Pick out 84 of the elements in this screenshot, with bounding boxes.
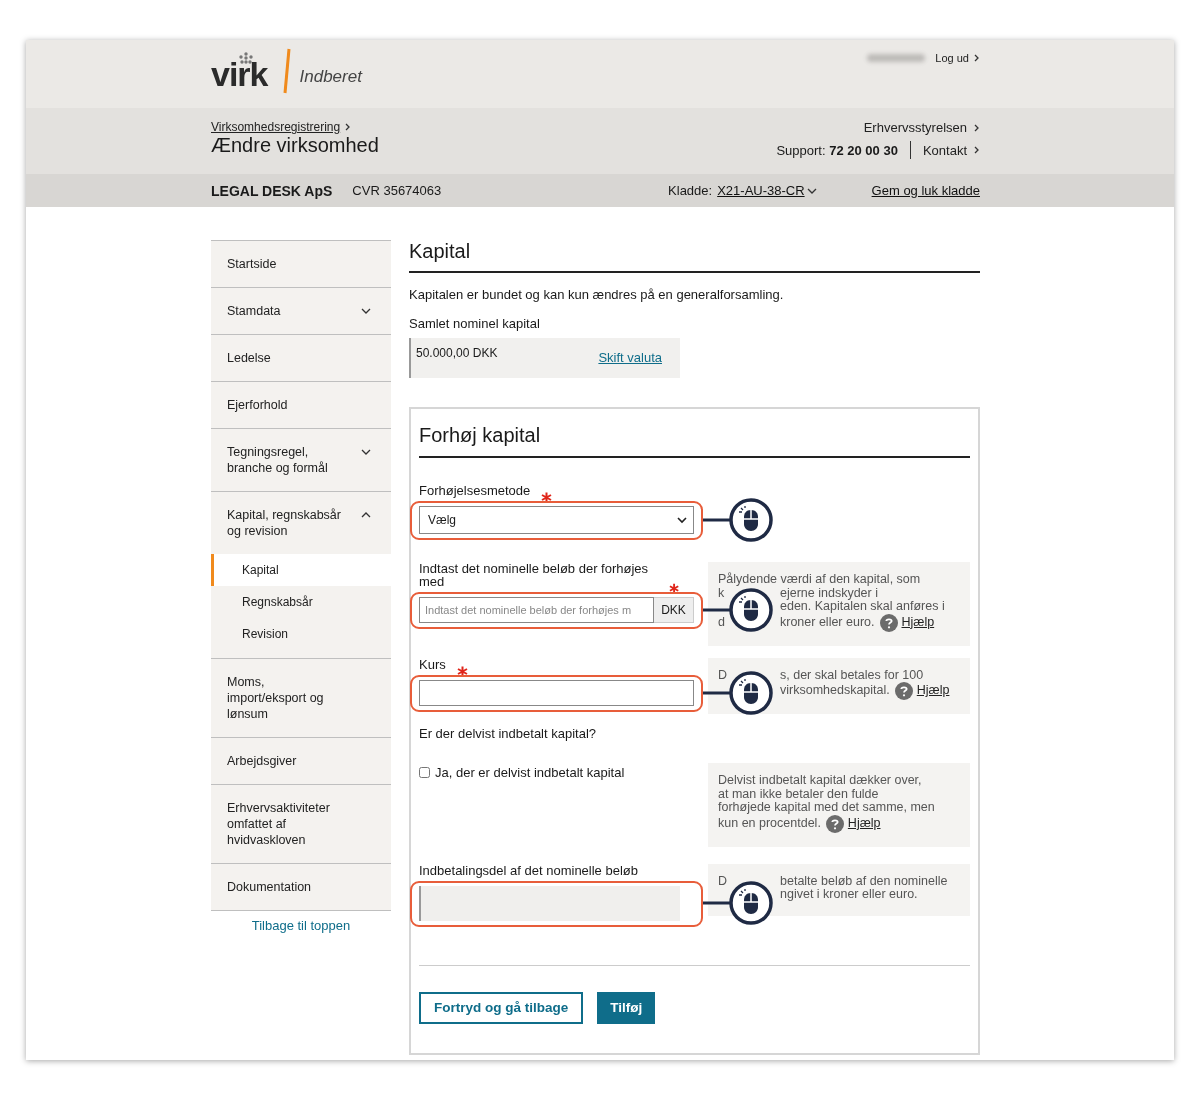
help-icon: [879, 613, 898, 632]
draft-label: Kladde:: [668, 183, 713, 198]
chevron-icon: [973, 146, 980, 154]
chevron-icon: [361, 448, 371, 456]
sidebar-subitem[interactable]: Revision: [211, 618, 391, 650]
leader-line: [703, 901, 731, 905]
sidebar-item[interactable]: Ejerforhold: [211, 382, 391, 428]
help-text: D: [718, 668, 729, 682]
mouse-click-icon: [729, 498, 773, 542]
help-text: d: [718, 615, 726, 630]
chevron-icon: [973, 123, 980, 132]
checkbox[interactable]: [419, 767, 430, 778]
question-text: Er der delvist indbetalt kapital?: [419, 726, 598, 741]
caret-icon: [677, 516, 687, 524]
leader-line: [703, 608, 731, 612]
checkbox-label: Ja, der er delvist indbetalt kapital: [435, 765, 625, 780]
product-name: Indberet: [299, 67, 362, 87]
logout-link[interactable]: Log ud: [935, 52, 980, 64]
input-field[interactable]: Indtast det nominelle beløb der forhøjes m: [419, 597, 654, 623]
select-field[interactable]: Vælg: [419, 506, 694, 534]
help-text: forhøjede kapital med det samme, men: [718, 801, 935, 815]
agency-link[interactable]: Erhvervsstyrelsen: [863, 120, 980, 135]
sidebar-subitem[interactable]: Kapital: [211, 554, 391, 586]
leader-line: [703, 690, 731, 695]
page-title: Ændre virksomhed: [211, 134, 379, 156]
help-text: virksomhedskapital.: [780, 684, 890, 698]
sidebar-subitem[interactable]: Regnskabsår: [211, 586, 391, 618]
cvr-number: CVR 35674063: [352, 183, 442, 198]
help-text: ejerne indskyder i: [780, 586, 878, 600]
chevron-icon: [361, 307, 371, 315]
currency-suffix: DKK: [654, 597, 694, 623]
sidebar-item[interactable]: Tegningsregel, branche og formål: [211, 429, 391, 491]
breadcrumb-link[interactable]: Virksomhedsregistrering: [211, 120, 379, 134]
help-text: D: [718, 874, 729, 888]
logo-divider: [281, 48, 292, 94]
chevron-icon: [344, 123, 352, 131]
field-label: Indbetalingsdel af det nominelle beløb: [419, 863, 638, 877]
add-button[interactable]: Tilføj: [597, 991, 656, 1024]
help-text: ngivet i kroner eller euro.: [780, 888, 918, 902]
support-phone: Support: 72 20 00 30: [776, 142, 898, 158]
sidebar-item[interactable]: Ledelse: [211, 335, 391, 381]
draft-dropdown[interactable]: X21-AU-38-CR: [717, 183, 817, 198]
sidebar-item[interactable]: Moms, import/eksport og lønsum: [211, 659, 391, 737]
cancel-button[interactable]: Fortryd og gå tilbage: [419, 991, 584, 1024]
chevron-icon: [806, 186, 817, 195]
help-text: kun en procentdel.: [718, 816, 821, 831]
help-text: kroner eller euro.: [780, 615, 875, 630]
back-to-top-link[interactable]: Tilbage til toppen: [211, 910, 391, 933]
save-close-link[interactable]: Gem og luk kladde: [871, 183, 980, 198]
help-text: Pålydende værdi af den kapital, som: [718, 573, 921, 587]
sidebar-item[interactable]: Dokumentation: [211, 864, 391, 910]
help-text: k: [718, 586, 725, 600]
help-text: Delvist indbetalt kapital dækker over,: [718, 774, 922, 788]
help-icon: [894, 682, 913, 700]
sidebar-item[interactable]: Arbejdsgiver: [211, 738, 391, 784]
help-text: eden. Kapitalen skal anføres i: [780, 600, 945, 614]
company-name: LEGAL DESK ApS: [211, 182, 333, 199]
help-link[interactable]: Hjælp: [901, 615, 935, 630]
sidebar-item[interactable]: Stamdata: [211, 288, 391, 334]
help-icon: [825, 814, 844, 833]
help-text: s, der skal betales for 100: [780, 668, 924, 682]
change-currency-link[interactable]: Skift valuta: [598, 350, 662, 378]
form-title: Forhøj kapital: [419, 409, 970, 458]
sidebar-item[interactable]: Kapital, regnskabsår og revision: [211, 492, 391, 554]
help-text: at man ikke betaler den fulde: [718, 787, 879, 801]
leader-line: [703, 518, 731, 522]
help-text: betalte beløb af den nominelle: [780, 874, 948, 888]
sidebar-item[interactable]: Startside: [211, 241, 391, 287]
field-label: Forhøjelsesmetode: [419, 484, 531, 497]
help-link[interactable]: Hjælp: [847, 816, 881, 831]
field-label: Samlet nominel kapital: [409, 316, 541, 331]
chevron-icon: [361, 511, 371, 519]
mouse-click-icon: [729, 881, 773, 925]
chevron-icon: [973, 54, 980, 62]
help-link[interactable]: Hjælp: [916, 684, 950, 698]
field-label: Kurs: [419, 657, 446, 671]
input-field[interactable]: [419, 679, 694, 706]
intro-text: Kapitalen er bundet og kan kun ændres på en generalforsamling.: [409, 287, 785, 302]
sidebar-item[interactable]: Erhvervsaktiviteter omfattet af hvidvaskloven: [211, 785, 391, 863]
field-label: Indtast det nominelle beløb der forhøjes med: [419, 562, 650, 588]
contact-link[interactable]: Kontakt: [922, 142, 980, 158]
total-capital-value: 50.000,00 DKK: [416, 346, 498, 362]
section-title: Kapital: [409, 240, 980, 273]
logo-text: virk: [211, 58, 268, 90]
